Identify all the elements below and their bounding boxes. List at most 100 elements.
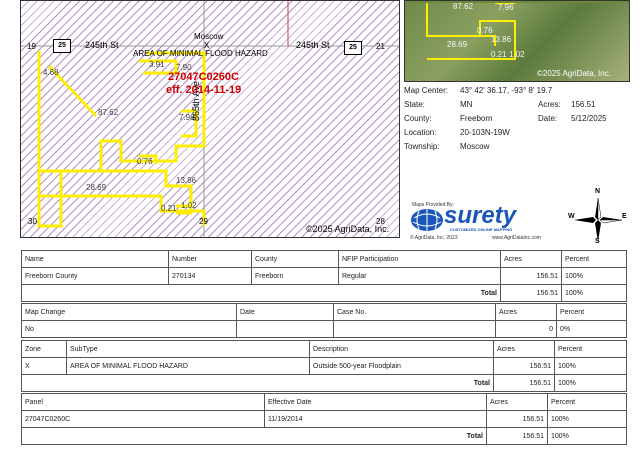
road-label-245th-left: 245th St (85, 40, 119, 50)
header-cell: Name (21, 250, 169, 268)
header-cell: Percent (547, 393, 627, 411)
aerial-acre-label: 0.21 (491, 50, 507, 59)
cell-zone: X (21, 357, 67, 375)
table-row: Freeborn County 270134 Freeborn Regular … (21, 267, 627, 285)
cell-panel: 27047C0260C (21, 410, 265, 428)
table-header-row: Name Number County NFIP Participation Ac… (21, 250, 627, 268)
state-value: MN (460, 100, 473, 109)
header-cell: Acres (495, 303, 557, 321)
field-acre-label: 0.76 (137, 157, 153, 166)
header-cell: Number (168, 250, 252, 268)
compass-w: W (568, 213, 575, 220)
total-percent: 100% (561, 284, 627, 302)
section-30: 30 (28, 217, 37, 226)
aerial-acre-label: 7.96 (498, 3, 514, 12)
aerial-copyright: ©2025 AgriData, Inc. (537, 69, 611, 78)
header-cell: Effective Date (264, 393, 487, 411)
cell-name: Freeborn County (21, 267, 169, 285)
effective-date-label: eff. 2014-11-19 (166, 84, 242, 96)
route-shield-left: 25 (53, 39, 71, 53)
date-value: 5/12/2025 (571, 114, 607, 123)
panel-table: Panel Effective Date Acres Percent 27047… (21, 393, 627, 445)
county-value: Freeborn (460, 114, 493, 123)
compass-n: N (595, 188, 601, 195)
panel-label: 27047C0260C (168, 71, 239, 83)
cell-subtype: AREA OF MINIMAL FLOOD HAZARD (66, 357, 310, 375)
globe-icon (411, 209, 443, 231)
surety-logo: Maps Provided By: surety CUSTOMIZED ONLI… (410, 202, 555, 242)
map-change-table: Map Change Date Case No. Acres Percent N… (21, 303, 627, 338)
field-acre-label: 4.68 (43, 68, 59, 77)
acres-value: 156.51 (571, 100, 596, 109)
cell-acres: 156.51 (486, 410, 548, 428)
total-acres: 156.51 (500, 284, 562, 302)
logo-brand: surety (444, 202, 517, 229)
cell-date (236, 320, 334, 338)
table-header-row: Zone SubType Description Acres Percent (21, 340, 627, 358)
header-cell: County (251, 250, 339, 268)
township-value: Moscow (460, 142, 490, 151)
aerial-acre-label: 87.62 (453, 2, 474, 11)
date-label: Date: (538, 114, 558, 123)
flood-map[interactable]: 4.68 3.91 7.90 87.62 7.98 0.76 13.86 28.69 0.21 1… (20, 0, 400, 238)
cell-description: Outside 500-year Floodplain (309, 357, 494, 375)
total-acres: 156.51 (493, 374, 555, 392)
header-cell: SubType (66, 340, 310, 358)
compass-s: S (595, 238, 600, 245)
table-row: No 0 0% (21, 320, 627, 338)
road-label-245th-right: 245th St (296, 40, 330, 50)
header-cell: Date (236, 303, 334, 321)
field-acre-label: 1.02 (181, 201, 197, 210)
route-shield-right: 25 (344, 41, 362, 55)
total-row: Total 156.51 100% (21, 284, 627, 302)
field-acre-label: 0.21 (161, 204, 177, 213)
compass-rose: N S W E (568, 188, 628, 248)
cell-acres: 0 (495, 320, 557, 338)
cell-acres: 156.51 (493, 357, 555, 375)
cell-number: 270134 (168, 267, 252, 285)
section-29: 29 (199, 217, 208, 226)
cell-acres: 156.51 (500, 267, 562, 285)
community-table: Name Number County NFIP Participation Ac… (21, 250, 627, 302)
map-copyright: ©2025 AgriData, Inc. (306, 224, 390, 234)
acres-label: Acres: (538, 100, 561, 109)
header-cell: Acres (500, 250, 562, 268)
header-cell: Map Change (21, 303, 237, 321)
cell-percent: 100% (547, 410, 627, 428)
total-percent: 100% (554, 374, 627, 392)
aerial-map[interactable]: 87.62 7.96 0.76 28.69 13.86 0.21 1.02 ©2025 Ag… (404, 0, 630, 82)
map-center-label: Map Center: (404, 86, 449, 95)
cell-case-no (333, 320, 496, 338)
township-label: Township: (404, 142, 440, 151)
header-cell: Acres (493, 340, 555, 358)
cell-effective-date: 11/19/2014 (264, 410, 487, 428)
cell-nfip: Regular (338, 267, 501, 285)
county-label: County: (404, 114, 432, 123)
table-row: X AREA OF MINIMAL FLOOD HAZARD Outside 5… (21, 357, 627, 375)
header-cell: Zone (21, 340, 67, 358)
compass-e: E (622, 213, 627, 220)
total-row: Total 156.51 100% (21, 427, 627, 445)
town-label: Moscow (194, 32, 224, 41)
header-cell: Acres (486, 393, 548, 411)
cell-map-change: No (21, 320, 237, 338)
total-acres: 156.51 (486, 427, 548, 445)
header-cell: Description (309, 340, 494, 358)
cell-percent: 100% (561, 267, 627, 285)
logo-credit-left: © AgriData, Inc. 2023 (410, 235, 458, 241)
map-center-value: 43° 42' 36.17, -93° 8' 19.7 (460, 86, 553, 95)
aerial-acre-label: 28.69 (447, 40, 468, 49)
header-cell: NFIP Participation (338, 250, 501, 268)
header-cell: Percent (554, 340, 627, 358)
total-label: Total (21, 427, 487, 445)
flood-zone-label: AREA OF MINIMAL FLOOD HAZARD (133, 49, 268, 58)
field-acre-label: 3.91 (149, 60, 165, 69)
total-row: Total 156.51 100% (21, 374, 627, 392)
cell-percent: 100% (554, 357, 627, 375)
table-header-row: Map Change Date Case No. Acres Percent (21, 303, 627, 321)
section-19: 19 (27, 42, 36, 51)
table-row: 27047C0260C 11/19/2014 156.51 100% (21, 410, 627, 428)
aerial-acre-label: 13.86 (491, 35, 512, 44)
state-label: State: (404, 100, 425, 109)
table-header-row: Panel Effective Date Acres Percent (21, 393, 627, 411)
